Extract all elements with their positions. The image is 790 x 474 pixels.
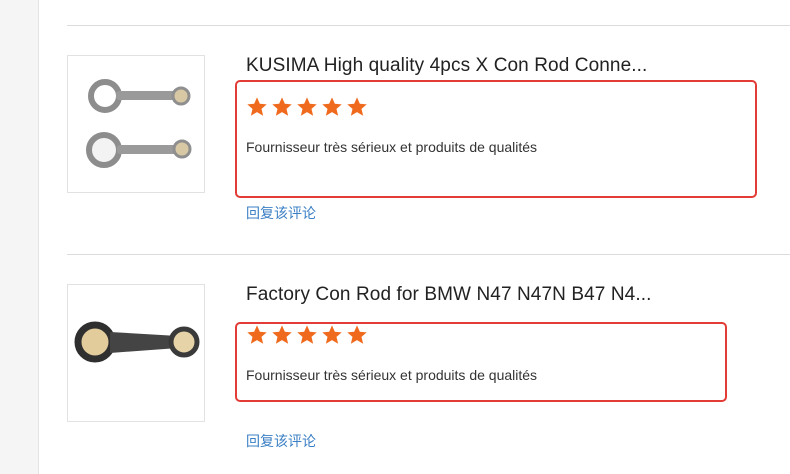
rating-stars xyxy=(246,324,368,346)
star-icon xyxy=(322,325,342,344)
reply-link[interactable]: 回复该评论 xyxy=(246,203,316,223)
star-icon xyxy=(322,97,342,116)
review-item: Factory Con Rod for BMW N47 N47N B47 N4.… xyxy=(67,284,790,459)
review-comment: Fournisseur très sérieux et produits de … xyxy=(246,367,538,383)
star-icon xyxy=(347,325,367,344)
rating-stars xyxy=(246,96,368,118)
star-icon xyxy=(297,97,317,116)
reply-link[interactable]: 回复该评论 xyxy=(246,431,316,451)
product-image[interactable] xyxy=(67,55,205,193)
product-title[interactable]: KUSIMA High quality 4pcs X Con Rod Conne… xyxy=(246,55,647,77)
star-icon xyxy=(347,97,367,116)
divider xyxy=(67,254,790,255)
connecting-rod-pair-icon xyxy=(86,79,192,168)
review-comment: Fournisseur très sérieux et produits de … xyxy=(246,139,538,155)
product-title[interactable]: Factory Con Rod for BMW N47 N47N B47 N4.… xyxy=(246,284,651,306)
star-icon xyxy=(297,325,317,344)
star-icon xyxy=(272,325,292,344)
left-sidebar xyxy=(0,0,39,474)
connecting-rod-icon xyxy=(74,321,200,363)
divider xyxy=(67,25,790,26)
review-item: KUSIMA High quality 4pcs X Con Rod Conne… xyxy=(67,55,790,225)
star-icon xyxy=(247,97,267,116)
star-icon xyxy=(247,325,267,344)
star-icon xyxy=(272,97,292,116)
product-image[interactable] xyxy=(67,284,205,422)
